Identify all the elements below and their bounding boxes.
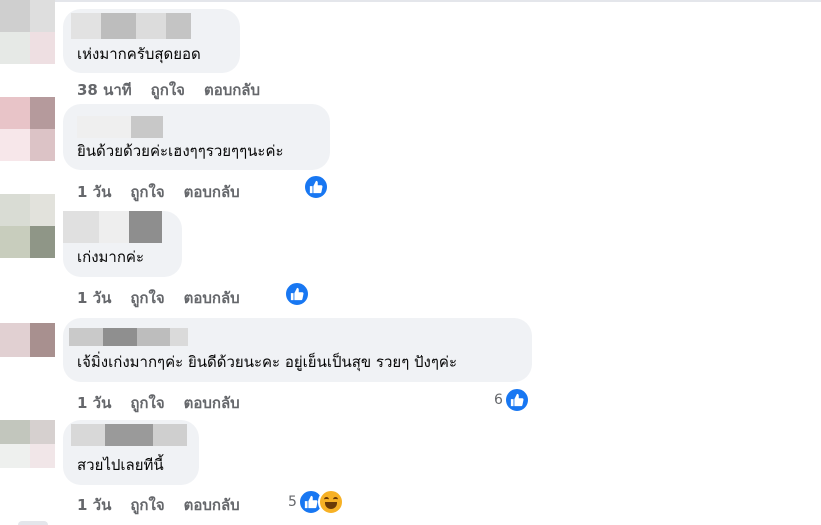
like-icon [503,387,530,413]
reaction-summary[interactable] [303,174,329,200]
comment-bubble: ยินด้วยด้วยค่ะเฮงๆๆรวยๆๆนะค่ะ [63,104,330,170]
comment-actions: 1 วัน ถูกใจ ตอบกลับ [77,391,259,415]
comment-actions: 38 นาที ถูกใจ ตอบกลับ [77,78,279,102]
reaction-summary[interactable] [284,281,310,307]
comment-text: ยินด้วยด้วยค่ะเฮงๆๆรวยๆๆนะค่ะ [77,142,284,160]
avatar[interactable] [0,420,55,468]
like-button[interactable]: ถูกใจ [130,391,164,415]
comment-bubble: เจ้มิ่งเก่งมากๆค่ะ ยินดีด้วยนะคะ อยู่เย็… [63,318,532,382]
reply-button[interactable]: ตอบกลับ [204,78,260,102]
avatar[interactable] [0,0,55,64]
comment-actions: 1 วัน ถูกใจ ตอบกลับ [77,286,259,310]
author-name-blurred[interactable] [69,328,188,346]
timestamp[interactable]: 1 วัน [77,180,111,204]
avatar[interactable] [0,194,55,258]
author-name-blurred[interactable] [71,424,187,446]
like-button[interactable]: ถูกใจ [130,493,164,517]
like-button[interactable]: ถูกใจ [151,78,185,102]
timestamp[interactable]: 1 วัน [77,286,111,310]
author-name-blurred[interactable] [77,116,163,138]
reply-button[interactable]: ตอบกลับ [184,180,240,204]
like-button[interactable]: ถูกใจ [130,286,164,310]
like-icon [303,174,329,200]
avatar[interactable] [0,97,55,161]
comment-actions: 1 วัน ถูกใจ ตอบกลับ [77,493,259,517]
comment-bubble: เก่งมากค่ะ [63,211,182,277]
comment-text: เห่งมากครับสุดยอด [77,45,201,63]
timestamp[interactable]: 38 นาที [77,78,132,102]
comment-actions: 1 วัน ถูกใจ ตอบกลับ [77,180,259,204]
reaction-count: 5 [288,494,297,510]
timestamp[interactable]: 1 วัน [77,493,111,517]
comment-text: เก่งมากค่ะ [77,248,145,266]
author-name-blurred[interactable] [71,13,191,39]
haha-icon [317,489,344,515]
comment-bubble: สวยไปเลยทีนี้ [63,420,199,485]
reaction-count: 6 [494,392,503,408]
comment-bubble: เห่งมากครับสุดยอด [63,9,240,73]
next-avatar-edge [18,521,48,525]
reaction-summary[interactable]: 6 [494,387,530,413]
like-button[interactable]: ถูกใจ [130,180,164,204]
reply-button[interactable]: ตอบกลับ [184,286,240,310]
top-divider [0,0,821,2]
reaction-summary[interactable]: 5 [288,489,344,515]
author-name-blurred[interactable] [63,211,162,243]
comment-text: สวยไปเลยทีนี้ [77,456,164,474]
comment-text: เจ้มิ่งเก่งมากๆค่ะ ยินดีด้วยนะคะ อยู่เย็… [77,353,458,371]
avatar[interactable] [0,323,55,357]
reply-button[interactable]: ตอบกลับ [184,493,240,517]
timestamp[interactable]: 1 วัน [77,391,111,415]
like-icon [284,281,310,307]
reply-button[interactable]: ตอบกลับ [184,391,240,415]
